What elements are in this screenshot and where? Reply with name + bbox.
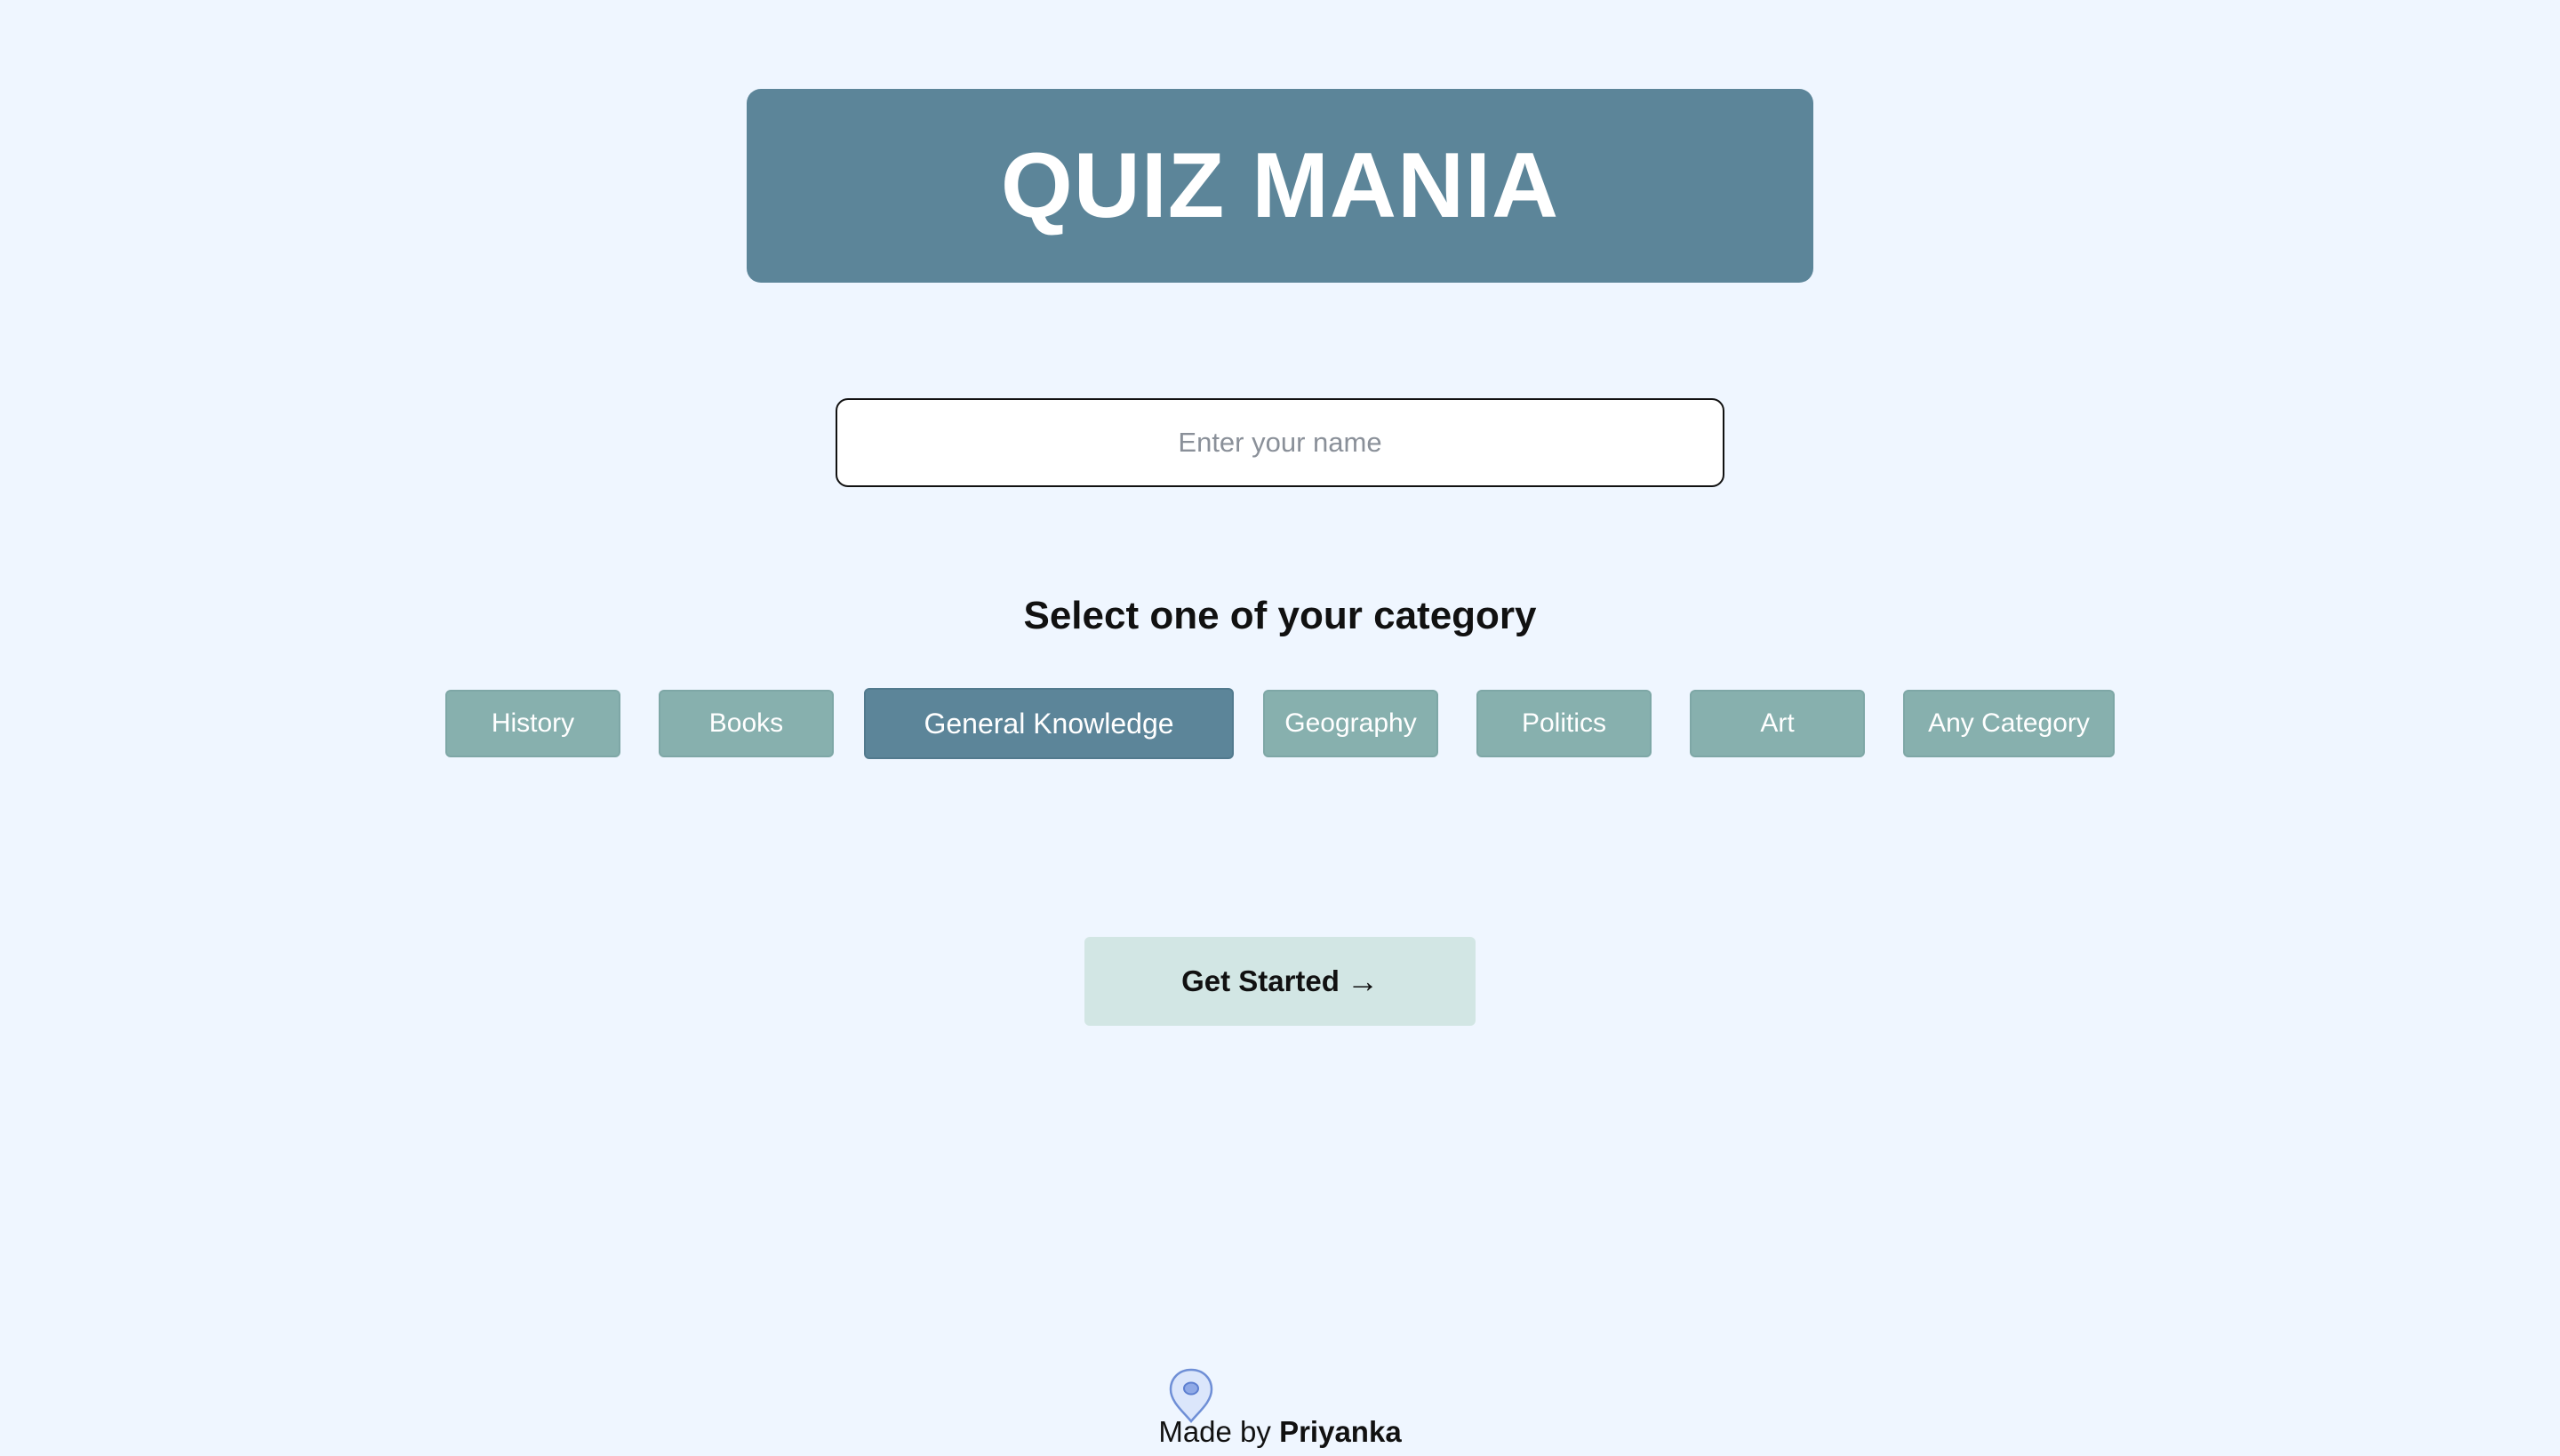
- category-politics-button[interactable]: Politics: [1476, 690, 1652, 757]
- footer-prefix: Made by: [1158, 1415, 1271, 1448]
- category-geography-button[interactable]: Geography: [1263, 690, 1438, 757]
- arrow-right-icon: →: [1346, 963, 1379, 999]
- category-heading: Select one of your category: [1023, 594, 1537, 637]
- category-general-knowledge-button[interactable]: General Knowledge: [864, 688, 1234, 759]
- quiz-start-page: QUIZ MANIA Select one of your category H…: [0, 0, 2560, 1456]
- get-started-label: Get Started: [1181, 964, 1340, 997]
- get-started-button[interactable]: Get Started →: [1084, 937, 1476, 1026]
- category-history-button[interactable]: History: [445, 690, 620, 757]
- category-any-button[interactable]: Any Category: [1903, 690, 2115, 757]
- app-title: QUIZ MANIA: [1000, 133, 1560, 237]
- name-input[interactable]: [836, 398, 1724, 487]
- footer-author: Priyanka: [1279, 1415, 1402, 1448]
- category-books-button[interactable]: Books: [659, 690, 834, 757]
- title-banner: QUIZ MANIA: [747, 89, 1813, 283]
- footer-credit: Made by Priyanka: [0, 1415, 2560, 1449]
- category-art-button[interactable]: Art: [1690, 690, 1865, 757]
